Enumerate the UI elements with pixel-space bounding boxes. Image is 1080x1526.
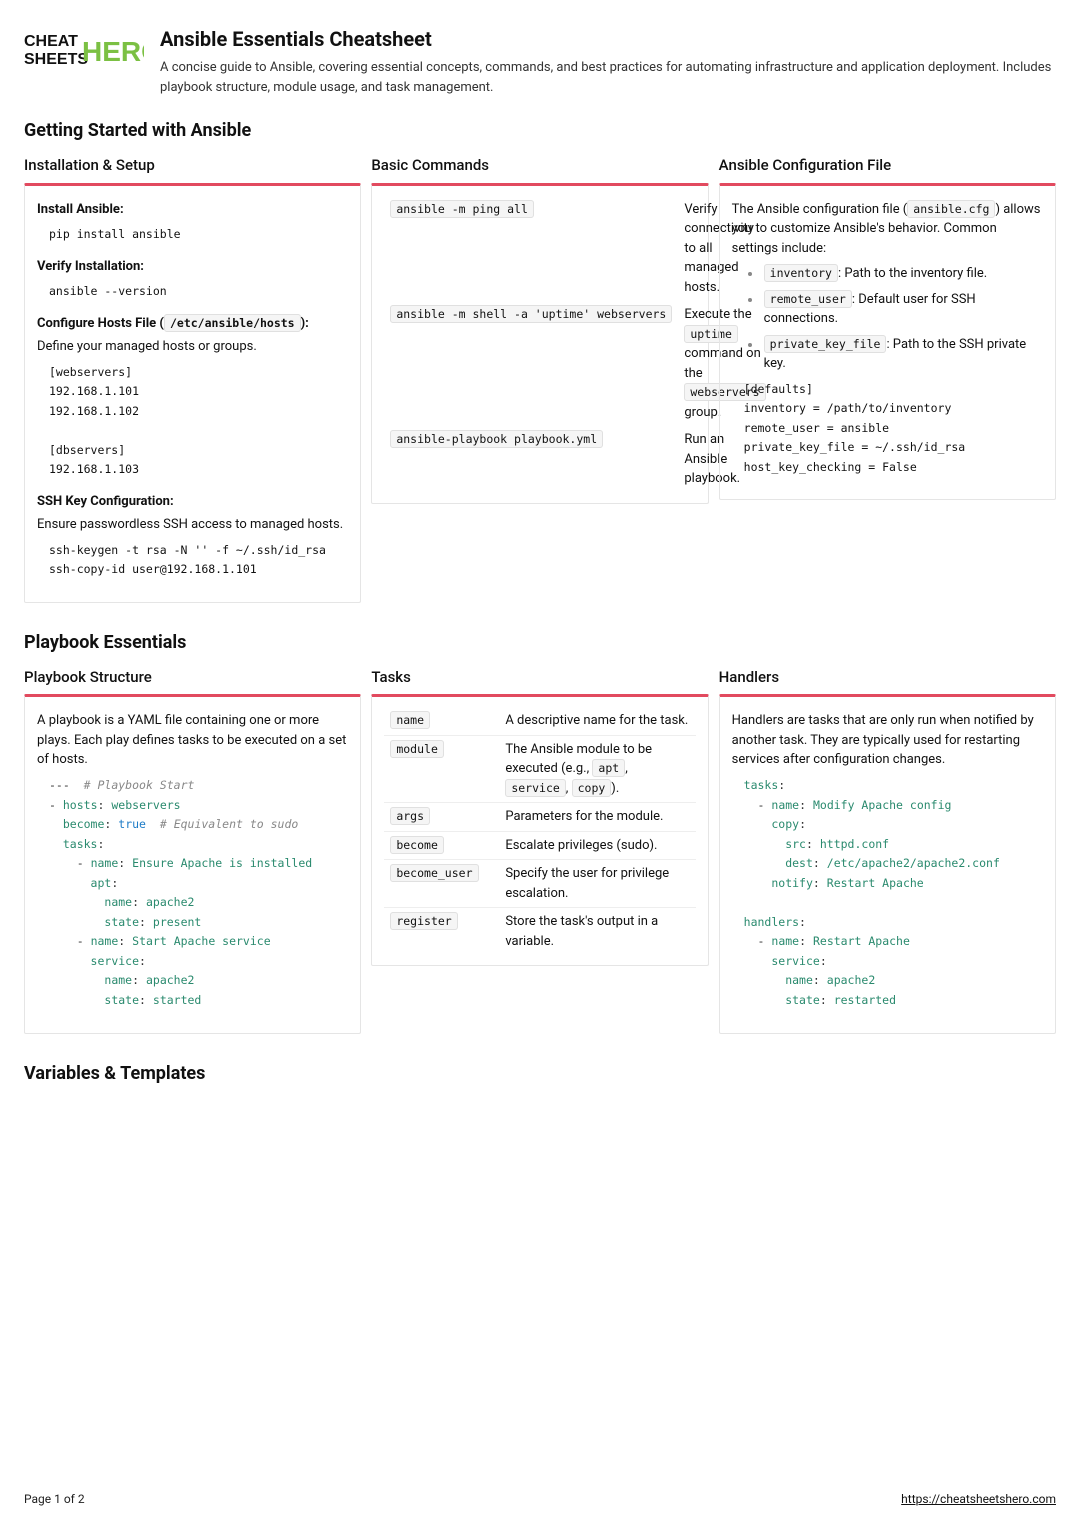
- code: ansible-playbook playbook.yml: [390, 430, 603, 448]
- footer-link[interactable]: https://cheatsheetshero.com: [901, 1490, 1056, 1508]
- page-subtitle: A concise guide to Ansible, covering ess…: [160, 58, 1056, 97]
- list-item: inventory: Path to the inventory file.: [732, 264, 1043, 284]
- text: Handlers are tasks that are only run whe…: [732, 711, 1043, 770]
- card-commands: ansible -m ping all Verify connectivity …: [371, 183, 708, 504]
- text: The Ansible configuration file (ansible.…: [732, 200, 1043, 259]
- code-block: --- # Playbook Start - hosts: webservers…: [49, 776, 348, 1011]
- code-block: pip install ansible: [49, 225, 348, 245]
- text: Ensure passwordless SSH access to manage…: [37, 515, 348, 535]
- section-title-variables: Variables & Templates: [24, 1060, 1056, 1087]
- label: Verify Installation:: [37, 259, 144, 274]
- code-block: tasks: - name: Modify Apache config copy…: [744, 776, 1043, 1011]
- card-title: Tasks: [371, 666, 708, 689]
- card-structure: A playbook is a YAML file containing one…: [24, 694, 361, 1033]
- card-config: The Ansible configuration file (ansible.…: [719, 183, 1056, 501]
- logo: CHEAT SHEETS HERO: [24, 30, 144, 97]
- card-title: Installation & Setup: [24, 154, 361, 177]
- table-row: nameA descriptive name for the task.: [384, 707, 695, 735]
- label: Install Ansible:: [37, 202, 124, 217]
- card-handlers: Handlers are tasks that are only run whe…: [719, 694, 1056, 1033]
- page-footer: Page 1 of 2 https://cheatsheetshero.com: [24, 1490, 1056, 1508]
- text: Define your managed hosts or groups.: [37, 337, 348, 357]
- table-row: ansible-playbook playbook.yml Run an Ans…: [384, 426, 771, 493]
- text: A playbook is a YAML file containing one…: [37, 711, 348, 770]
- code-block: ansible --version: [49, 282, 348, 302]
- card-title: Basic Commands: [371, 154, 708, 177]
- page-number: Page 1 of 2: [24, 1490, 85, 1508]
- svg-text:CHEAT: CHEAT: [24, 33, 78, 50]
- table-row: becomeEscalate privileges (sudo).: [384, 831, 695, 860]
- section-title-getting-started: Getting Started with Ansible: [24, 117, 1056, 144]
- table-row: ansible -m ping all Verify connectivity …: [384, 196, 771, 302]
- page-header: CHEAT SHEETS HERO Ansible Essentials Che…: [24, 24, 1056, 97]
- code: ansible -m shell -a 'uptime' webservers: [390, 305, 672, 323]
- card-title: Ansible Configuration File: [719, 154, 1056, 177]
- card-title: Playbook Structure: [24, 666, 361, 689]
- section-title-playbook: Playbook Essentials: [24, 629, 1056, 656]
- label: Configure Hosts File (/etc/ansible/hosts…: [37, 314, 348, 334]
- card-title: Handlers: [719, 666, 1056, 689]
- code: ansible -m ping all: [390, 200, 534, 218]
- table-row: argsParameters for the module.: [384, 803, 695, 832]
- list-item: private_key_file: Path to the SSH privat…: [732, 335, 1043, 374]
- table-row: ansible -m shell -a 'uptime' webservers …: [384, 301, 771, 426]
- card-installation: Install Ansible: pip install ansible Ver…: [24, 183, 361, 603]
- svg-text:HERO: HERO: [82, 36, 144, 67]
- svg-text:SHEETS: SHEETS: [24, 51, 88, 68]
- label: SSH Key Configuration:: [37, 494, 174, 509]
- code-block: [defaults] inventory = /path/to/inventor…: [744, 380, 1043, 478]
- code-block: [webservers] 192.168.1.101 192.168.1.102…: [49, 363, 348, 480]
- table-row: moduleThe Ansible module to be executed …: [384, 735, 695, 803]
- code-block: ssh-keygen -t rsa -N '' -f ~/.ssh/id_rsa…: [49, 541, 348, 580]
- page-title: Ansible Essentials Cheatsheet: [160, 24, 1056, 54]
- card-tasks: nameA descriptive name for the task. mod…: [371, 694, 708, 966]
- table-row: become_userSpecify the user for privileg…: [384, 860, 695, 908]
- table-row: registerStore the task's output in a var…: [384, 908, 695, 956]
- list-item: remote_user: Default user for SSH connec…: [732, 290, 1043, 329]
